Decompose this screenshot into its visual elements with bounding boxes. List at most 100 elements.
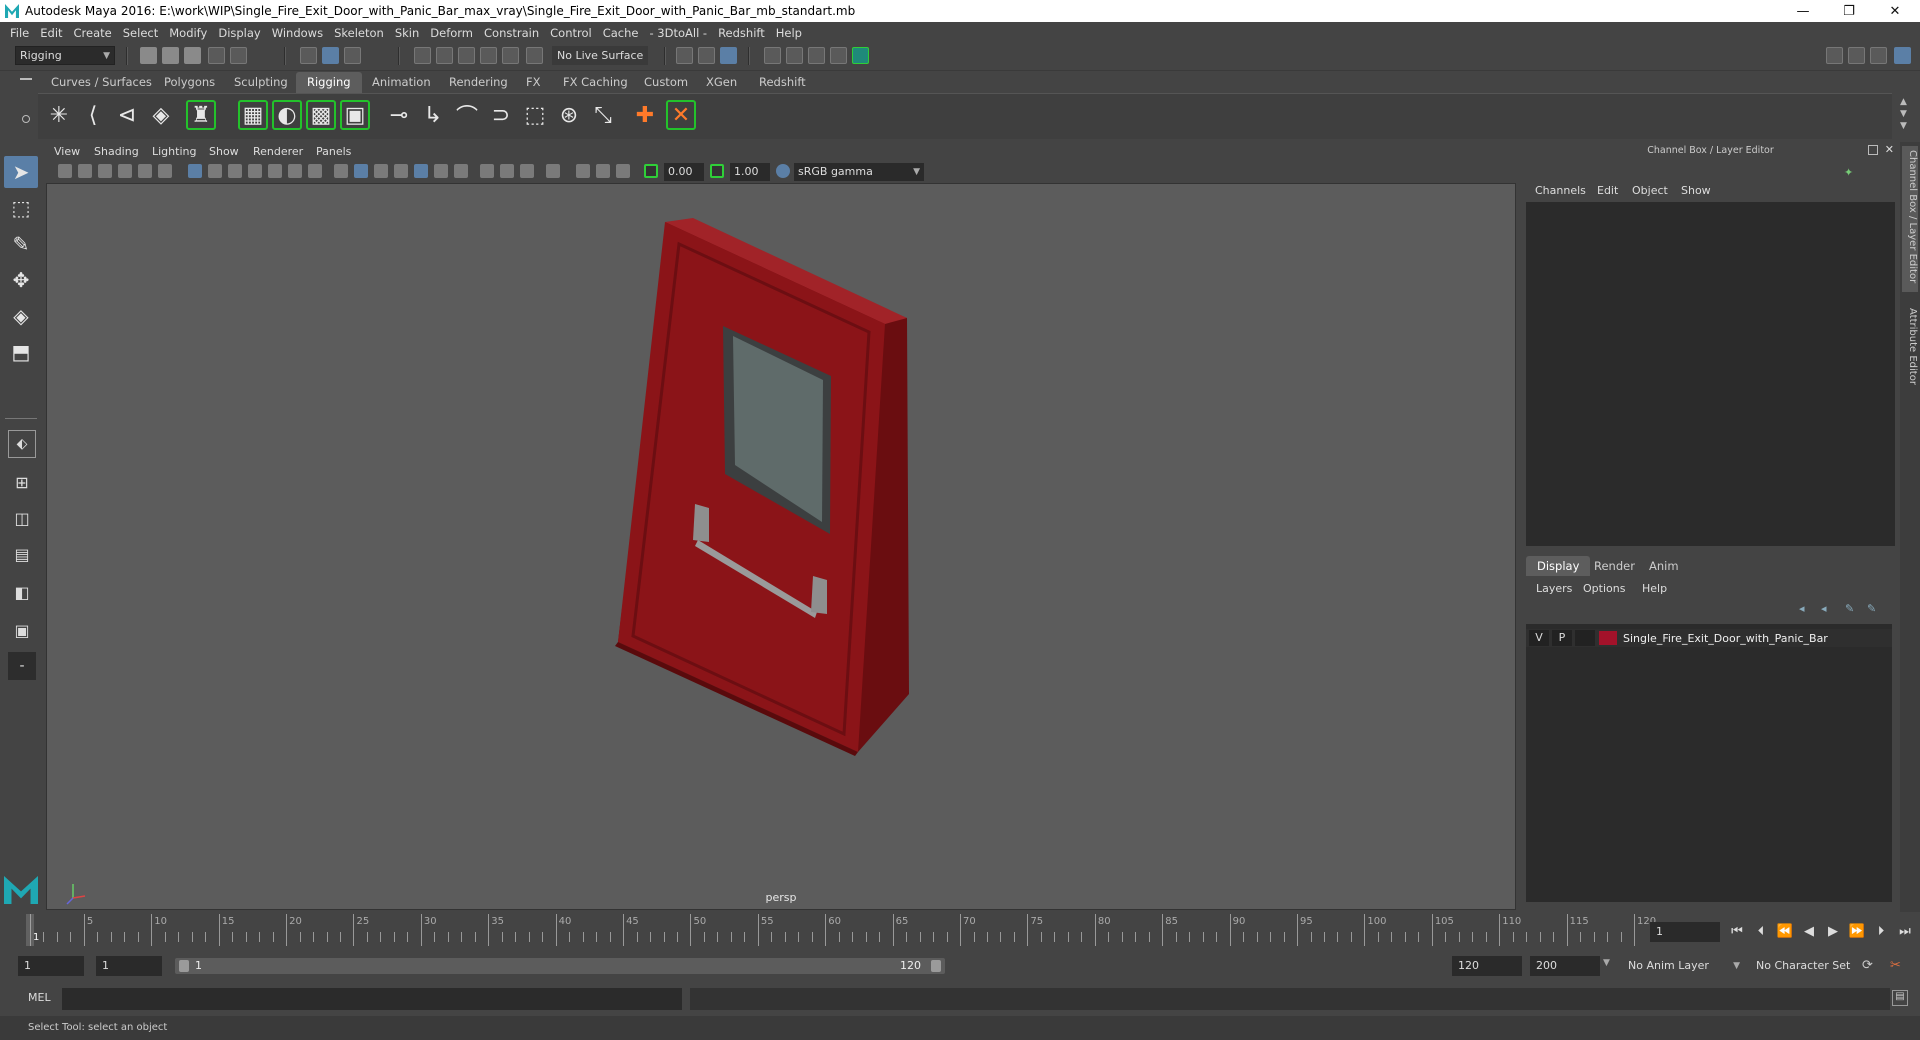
layer-tab-display[interactable]: Display [1526,556,1591,576]
aim-constraint-icon[interactable]: ↳ [418,100,448,130]
exposure-field[interactable]: 0.00 [664,163,704,181]
float-panel-icon[interactable] [1868,145,1878,155]
play-backward-icon[interactable]: ◀ [1800,922,1818,940]
viewport-menu-renderer[interactable]: Renderer [253,145,303,158]
snap-surface-icon[interactable] [502,47,519,64]
shelf-tab-sculpting[interactable]: Sculpting [223,72,299,93]
go-to-start-icon[interactable]: ⏮ [1728,922,1746,940]
viewport-menu-lighting[interactable]: Lighting [152,145,196,158]
ipr-render-icon[interactable] [808,47,825,64]
cluster-icon[interactable]: ✕ [666,100,696,130]
menu-display[interactable]: Display [218,26,260,40]
new-layer-selected-icon[interactable]: ✎ [1867,602,1881,615]
layers-menu[interactable]: Layers [1536,582,1572,595]
skin-weights-icon[interactable]: ▣ [340,100,370,130]
move-layer-up-icon[interactable]: ◂ [1799,602,1813,615]
menu-file[interactable]: File [10,26,29,40]
paint-select-icon[interactable]: ✎ [4,228,38,260]
four-view-layout-icon[interactable]: ⊞ [8,468,36,496]
step-forward-frame-icon[interactable]: ⏵ [1872,922,1890,940]
ik-handle-icon[interactable]: ⟨ [78,100,108,130]
shelf-scroll-icon[interactable]: ▲ ▼ ▼ [1900,96,1910,136]
go-to-end-icon[interactable]: ⏭ [1896,922,1914,940]
hypershade-icon[interactable] [852,47,869,64]
wireframe-on-shaded-icon[interactable] [374,164,388,178]
image-plane-icon[interactable] [118,164,132,178]
layer-row[interactable]: V P Single_Fire_Exit_Door_with_Panic_Bar [1526,629,1892,647]
channel-box-area[interactable] [1526,202,1895,546]
gate-mask-icon[interactable] [248,164,262,178]
current-time-marker[interactable] [26,914,34,946]
menu-control[interactable]: Control [550,26,592,40]
shelf-tab-rigging[interactable]: Rigging [296,72,362,93]
shelf-tab-fx-caching[interactable]: FX Caching [552,72,639,93]
snap-curve-icon[interactable] [436,47,453,64]
render-frame-icon[interactable] [786,47,803,64]
animation-start-field[interactable]: 1 [18,956,84,976]
menu-select[interactable]: Select [123,26,158,40]
select-tool-icon[interactable]: ➤ [4,156,38,188]
new-scene-icon[interactable] [140,47,157,64]
input-ops-icon[interactable] [676,47,693,64]
shelf-tab-animation[interactable]: Animation [361,72,442,93]
frame-selected-icon[interactable] [596,164,610,178]
menu-modify[interactable]: Modify [169,26,207,40]
gamma-icon[interactable] [710,164,724,178]
pole-vector-icon[interactable]: ⊛ [554,100,584,130]
anim-layer-dropdown[interactable]: No Anim Layer ▼ [1622,956,1740,976]
smooth-bind-icon[interactable]: ◐ [272,100,302,130]
scale-constraint-icon[interactable]: ⬚ [520,100,550,130]
resolution-gate-icon[interactable] [228,164,242,178]
xray-joints-icon[interactable] [520,164,534,178]
parent-constraint-icon[interactable]: ⊃ [486,100,516,130]
blend-shape-icon[interactable]: ⤡ [588,100,618,130]
shelf-options-icon[interactable] [22,115,30,123]
bind-skin-icon[interactable]: ▦ [238,100,268,130]
output-ops-icon[interactable] [698,47,715,64]
menu-create[interactable]: Create [74,26,112,40]
frame-all-icon[interactable] [576,164,590,178]
use-all-lights-icon[interactable] [414,164,428,178]
object-menu[interactable]: Object [1632,184,1668,197]
perspective-viewport[interactable]: persp [46,183,1516,910]
color-space-dropdown[interactable]: sRGB gamma ▼ [794,163,924,181]
film-gate-icon[interactable] [208,164,222,178]
minimize-button[interactable]: — [1780,0,1826,22]
snap-view-plane-icon[interactable] [480,47,497,64]
viewport-menu-panels[interactable]: Panels [316,145,351,158]
shelf-tab-custom[interactable]: Custom [633,72,699,93]
exposure-icon[interactable] [644,164,658,178]
preferences-icon[interactable]: ✂ [1890,958,1906,974]
menu-edit[interactable]: Edit [40,26,62,40]
menu-deform[interactable]: Deform [430,26,473,40]
construction-history-icon[interactable] [720,47,737,64]
open-scene-icon[interactable] [162,47,179,64]
toggle-attribute-editor-icon[interactable] [1848,47,1865,64]
graph-layout-icon[interactable]: ◧ [8,578,36,606]
character-set-dropdown[interactable]: No Character Set [1750,956,1868,976]
new-layer-icon[interactable]: ✎ [1845,602,1859,615]
scale-tool-icon[interactable]: ⬒ [4,336,38,368]
layer-tab-render[interactable]: Render [1583,556,1646,576]
make-live-icon[interactable] [526,47,543,64]
show-menu[interactable]: Show [1681,184,1711,197]
mirror-joint-icon[interactable]: ◈ [146,100,176,130]
render-view-icon[interactable] [764,47,781,64]
play-forward-icon[interactable]: ▶ [1824,922,1842,940]
edit-menu[interactable]: Edit [1597,184,1618,197]
isolate-select-icon[interactable] [480,164,494,178]
shelf-menu-icon[interactable] [20,78,32,80]
menu-constrain[interactable]: Constrain [484,26,539,40]
menu-skeleton[interactable]: Skeleton [334,26,384,40]
toggle-tool-settings-icon[interactable] [1870,47,1887,64]
ik-spline-icon[interactable]: ⊲ [112,100,142,130]
move-tool-icon[interactable]: ✥ [4,264,38,296]
locator-icon[interactable]: ✚ [630,100,660,130]
close-panel-icon[interactable]: ✕ [1885,143,1894,156]
channel-box-options-icon[interactable]: ✦ [1844,166,1856,179]
paint-weights-icon[interactable]: ▩ [306,100,336,130]
menu-skin[interactable]: Skin [395,26,419,40]
viewport-menu-view[interactable]: View [54,145,80,158]
layer-visibility-toggle[interactable]: V [1529,630,1549,646]
shadows-icon[interactable] [434,164,448,178]
